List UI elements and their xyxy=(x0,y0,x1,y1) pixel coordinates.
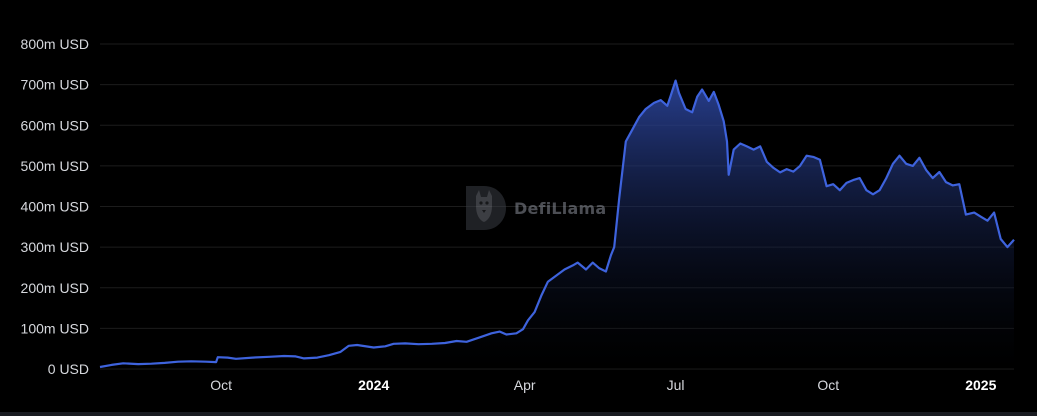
bottom-scrollbar[interactable] xyxy=(0,412,1037,416)
x-tick-label: Oct xyxy=(817,377,839,393)
x-tick-label: Jul xyxy=(667,377,685,393)
y-tick-label: 700m USD xyxy=(21,77,89,93)
y-tick-label: 0 USD xyxy=(48,361,89,377)
watermark-text: DefiLlama xyxy=(514,198,607,218)
x-axis: Oct 2024 Apr Jul Oct 2025 xyxy=(210,377,996,393)
x-tick-label: 2024 xyxy=(358,377,389,393)
tvl-chart: 0 USD 100m USD 200m USD 300m USD 400m USD 500… xyxy=(0,0,1037,416)
y-tick-label: 100m USD xyxy=(21,320,89,336)
x-tick-label: 2025 xyxy=(965,377,996,393)
defillama-watermark: DefiLlama xyxy=(462,184,606,232)
y-tick-label: 200m USD xyxy=(21,280,89,296)
y-tick-label: 800m USD xyxy=(21,36,89,52)
x-tick-label: Apr xyxy=(514,377,536,393)
y-tick-label: 500m USD xyxy=(21,158,89,174)
y-axis: 0 USD 100m USD 200m USD 300m USD 400m USD 500… xyxy=(21,36,89,377)
y-tick-label: 600m USD xyxy=(21,117,89,133)
x-tick-label: Oct xyxy=(210,377,232,393)
y-tick-label: 300m USD xyxy=(21,239,89,255)
llama-logo-icon xyxy=(466,186,506,230)
y-tick-label: 400m USD xyxy=(21,199,89,215)
